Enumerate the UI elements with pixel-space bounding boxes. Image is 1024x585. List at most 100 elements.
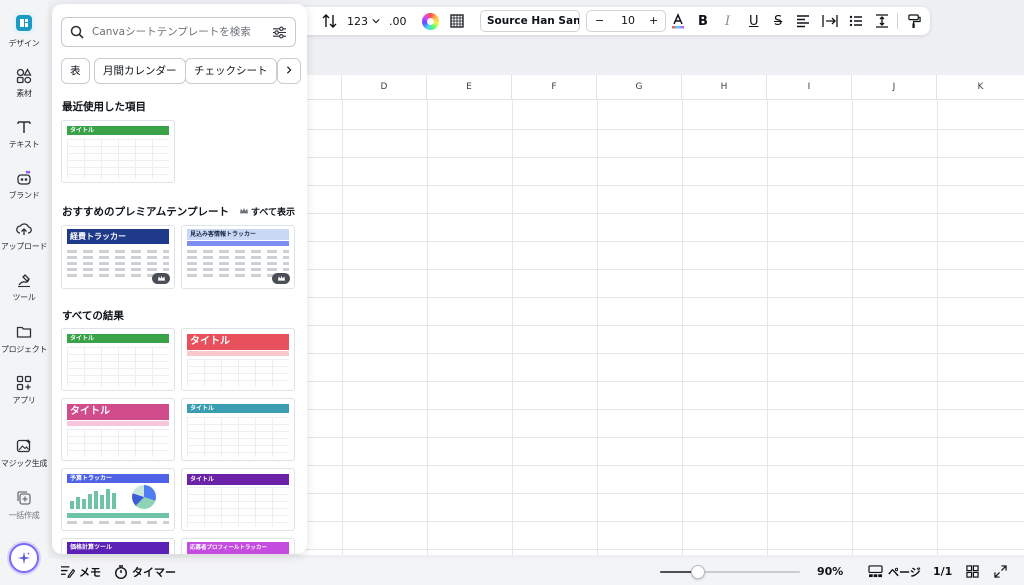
italic-button[interactable]: I: [725, 7, 730, 35]
column-header-h[interactable]: H: [682, 75, 767, 100]
bulk-create-icon: [17, 491, 31, 505]
zoom-slider-handle[interactable]: [690, 565, 705, 579]
strikethrough-button[interactable]: S: [774, 7, 782, 35]
zoom-percentage[interactable]: 90%: [817, 558, 843, 585]
thumb-subheader: [187, 241, 289, 246]
thumb-row: [187, 250, 289, 253]
rail-item-design[interactable]: デザイン: [0, 12, 48, 49]
grid-view-button[interactable]: [966, 558, 979, 585]
fullscreen-button[interactable]: [994, 558, 1007, 585]
thumb-title: 予算トラッカー: [70, 475, 113, 482]
pages-icon: [868, 565, 883, 578]
column-header-j[interactable]: J: [852, 75, 937, 100]
result-template-thumbnail[interactable]: タイトル: [181, 328, 295, 391]
column-header-i[interactable]: I: [767, 75, 852, 100]
template-panel: Canvaシートテンプレートを検索 表 月間カレンダー チェックシート 最近使用…: [52, 4, 307, 554]
rail-item-text[interactable]: テキスト: [0, 119, 48, 150]
rail-item-upload[interactable]: アップロード: [0, 221, 48, 252]
upload-icon: [16, 223, 32, 235]
toolbar-divider: [897, 13, 898, 29]
chips-next-button[interactable]: [277, 58, 301, 84]
thumb-title: 応募者プロフィールトラッカー: [190, 545, 267, 551]
apps-icon: [16, 375, 32, 391]
crown-icon: [239, 207, 248, 214]
result-template-thumbnail[interactable]: タイトル: [181, 398, 295, 461]
bold-button[interactable]: B: [698, 7, 708, 35]
paint-roller-icon: [908, 13, 921, 28]
cell-format-toolbar: 123 .00 Source Han Sans ... − 10 + B I U…: [290, 7, 930, 35]
rail-label-design: デザイン: [8, 39, 40, 48]
result-template-thumbnail[interactable]: タイトル: [181, 468, 295, 531]
rail-item-magic-media[interactable]: マジック生成: [0, 438, 48, 469]
font-size-increase-button[interactable]: +: [649, 11, 658, 31]
rail-label-elements: 素材: [16, 89, 32, 98]
recent-template-thumbnail[interactable]: タイトル: [61, 120, 175, 183]
rail-item-tools[interactable]: ツール: [0, 272, 48, 303]
italic-label: I: [725, 13, 731, 29]
rail-item-projects[interactable]: プロジェクト: [0, 324, 48, 355]
spreadsheet-grid[interactable]: D E F G H I J K: [300, 75, 1024, 555]
see-all-link[interactable]: すべて表示: [251, 205, 295, 218]
list-button[interactable]: [849, 7, 863, 35]
thumb-title-band: 見込み客情報トラッカー: [187, 229, 289, 240]
premium-template-thumbnail[interactable]: 見込み客情報トラッカー: [181, 225, 295, 289]
format-painter-button[interactable]: [908, 7, 921, 35]
timer-icon: [115, 564, 127, 579]
zoom-slider[interactable]: [660, 565, 800, 579]
timer-button[interactable]: タイマー: [114, 558, 176, 585]
font-size-value[interactable]: 10: [621, 11, 635, 31]
align-button[interactable]: [796, 7, 810, 35]
rail-item-apps[interactable]: アプリ: [0, 375, 48, 406]
column-header-k[interactable]: K: [937, 75, 1024, 100]
underline-button[interactable]: U: [749, 7, 759, 35]
result-template-thumbnail[interactable]: 応募者プロフィールトラッカー: [181, 538, 295, 554]
borders-button[interactable]: [450, 7, 464, 35]
text-color-button[interactable]: [670, 7, 686, 35]
column-header-g[interactable]: G: [597, 75, 682, 100]
chip-monthly-calendar[interactable]: 月間カレンダー: [94, 58, 186, 84]
template-search-input[interactable]: Canvaシートテンプレートを検索: [61, 17, 296, 47]
grid-line: [300, 465, 1024, 466]
grid-line: [342, 100, 343, 555]
result-template-thumbnail[interactable]: タイトル: [61, 398, 175, 461]
thumb-title-band: タイトル: [67, 404, 169, 420]
column-header-f[interactable]: F: [512, 75, 597, 100]
list-icon: [849, 15, 862, 27]
thumb-title: タイトル: [190, 405, 215, 412]
thumb-title-band: タイトル: [67, 126, 169, 135]
magic-assistant-button[interactable]: [9, 543, 39, 573]
notes-button[interactable]: メモ: [60, 558, 101, 585]
decimal-places-button[interactable]: .00: [389, 7, 407, 35]
chip-check-sheet[interactable]: チェックシート: [185, 58, 277, 84]
search-icon: [70, 25, 84, 39]
text-color-icon: [672, 13, 684, 29]
rail-item-elements[interactable]: 素材: [0, 68, 48, 99]
text-wrap-button[interactable]: [822, 7, 838, 35]
page-count-label: 1/1: [933, 565, 953, 578]
grid-line: [300, 521, 1024, 522]
rail-item-bulk-create[interactable]: 一括作成: [0, 490, 48, 521]
result-template-thumbnail[interactable]: 予算トラッカー: [61, 468, 175, 531]
pages-label: ページ: [888, 565, 921, 579]
page-count[interactable]: 1/1: [933, 558, 952, 585]
vertical-align-button[interactable]: [875, 7, 889, 35]
pages-button[interactable]: ページ: [868, 558, 921, 585]
fill-color-button[interactable]: [422, 7, 439, 35]
grid-line: [937, 100, 938, 555]
chip-table[interactable]: 表: [61, 58, 90, 84]
column-header-e[interactable]: E: [427, 75, 512, 100]
font-size-decrease-button[interactable]: −: [595, 11, 604, 31]
result-template-thumbnail[interactable]: タイトル: [61, 328, 175, 391]
font-size-stepper[interactable]: − 10 +: [586, 10, 666, 32]
expand-icon: [994, 565, 1007, 578]
premium-template-thumbnail[interactable]: 経費トラッカー: [61, 225, 175, 289]
thumb-pie-chart: [132, 485, 156, 509]
rail-item-brand[interactable]: ブランド: [0, 170, 48, 201]
number-format-dropdown[interactable]: 123: [347, 7, 380, 35]
result-template-thumbnail[interactable]: 価格計算ツール: [61, 538, 175, 554]
column-header-d[interactable]: D: [342, 75, 427, 100]
font-family-dropdown[interactable]: Source Han Sans ...: [480, 10, 580, 32]
filter-icon[interactable]: [272, 26, 287, 39]
left-rail: デザイン 素材 テキスト ブランド アップロード ツール プロジェクト アプリ …: [0, 0, 48, 585]
sort-icon[interactable]: [322, 7, 338, 35]
